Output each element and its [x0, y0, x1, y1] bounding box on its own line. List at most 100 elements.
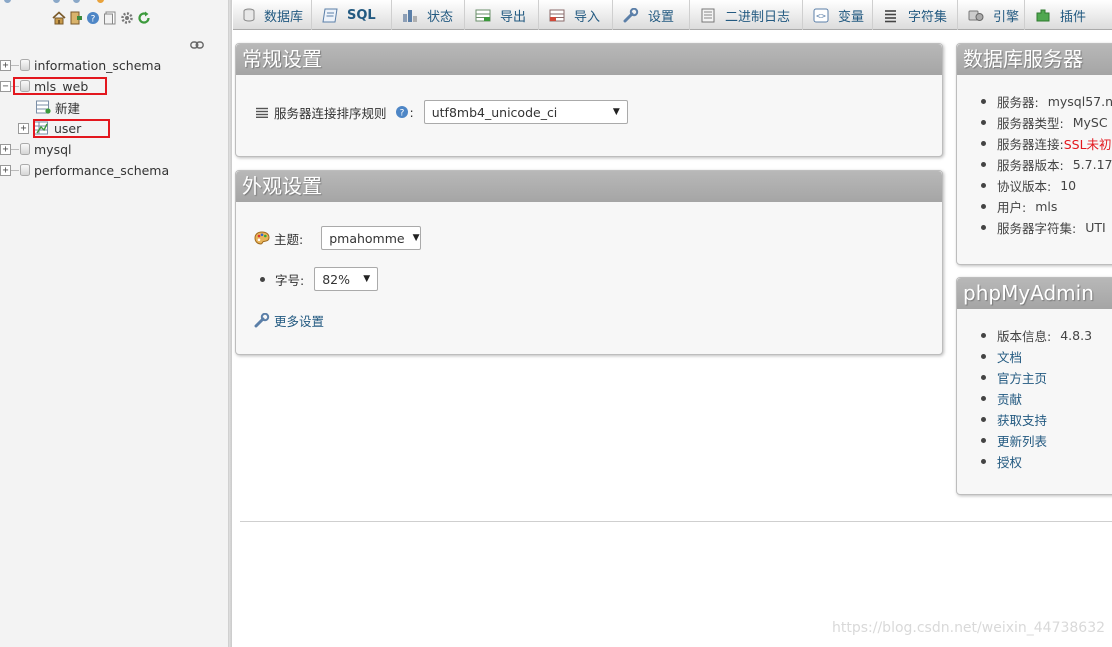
engine-icon	[968, 7, 984, 23]
docs-link[interactable]: 文档	[997, 347, 1022, 366]
db-name[interactable]: performance_schema	[34, 163, 169, 178]
chevron-down-icon: ▼	[363, 274, 371, 284]
list-item: 授权	[981, 451, 1092, 472]
license-link[interactable]: 授权	[997, 452, 1022, 471]
expand-icon[interactable]: +	[18, 122, 29, 134]
list-item: 服务器字符集: UTI	[981, 217, 1112, 238]
tab-charset[interactable]: 字符集	[873, 0, 958, 30]
tab-engines[interactable]: 引擎	[958, 0, 1025, 30]
tab-plugins[interactable]: 插件	[1025, 0, 1112, 30]
list-item: 获取支持	[981, 409, 1092, 430]
status-icon	[402, 7, 418, 23]
list-item: 服务器: mysql57.n	[981, 91, 1112, 112]
tab-label: SQL	[347, 7, 376, 23]
tab-label: 引擎	[993, 9, 1020, 25]
new-table-icon	[36, 100, 51, 114]
tab-status[interactable]: 状态	[392, 0, 465, 30]
database-icon	[243, 7, 255, 23]
db-server-panel: 数据库服务器 服务器: mysql57.n 服务器类型: MySC 服务器连接: SS…	[956, 43, 1112, 265]
list-item: 更新列表	[981, 430, 1092, 451]
tree-item-new-table[interactable]: 新建	[36, 97, 80, 117]
tree-item-mysql[interactable]: + mysql	[0, 139, 72, 159]
charset-icon	[883, 7, 899, 23]
support-link[interactable]: 获取支持	[997, 410, 1047, 429]
settings-wrench-icon	[623, 7, 639, 23]
theme-select[interactable]: pmahomme ▼	[321, 226, 422, 250]
tab-label: 设置	[648, 9, 675, 25]
expand-icon[interactable]: +	[0, 143, 11, 155]
watermark-text: https://blog.csdn.net/weixin_44738632	[832, 620, 1106, 636]
list-item: 服务器版本: 5.7.17	[981, 154, 1112, 175]
export-icon	[475, 7, 491, 23]
phpmyadmin-panel: phpMyAdmin 版本信息: 4.8.3 文档 官方主页 贡献 获取支持 更新…	[956, 277, 1112, 495]
list-item: 协议版本: 10	[981, 175, 1112, 196]
contribute-link[interactable]: 贡献	[997, 389, 1022, 408]
theme-value: pmahomme	[329, 230, 405, 246]
tab-import[interactable]: 导入	[539, 0, 613, 30]
list-item: 文档	[981, 346, 1092, 367]
home-icon[interactable]	[52, 11, 66, 25]
wrench-icon	[254, 313, 270, 328]
more-settings-link[interactable]: 更多设置	[274, 311, 324, 330]
nav-resize-handle[interactable]	[229, 0, 232, 647]
collation-value: utf8mb4_unicode_ci	[431, 104, 558, 120]
logout-icon[interactable]	[69, 11, 83, 25]
database-icon	[20, 143, 30, 155]
db-name[interactable]: information_schema	[34, 58, 161, 73]
top-menu-bar: 数据库 SQL 状态 导出 导入 设置 二进制日志 <> 变量 字符集 引擎 插…	[233, 0, 1112, 30]
panel-title: 常规设置	[236, 44, 942, 75]
font-size-label: 字号:	[275, 272, 305, 288]
list-item: 用户: mls	[981, 196, 1112, 217]
docs-icon[interactable]	[103, 11, 117, 25]
nav-logo-fragment	[0, 0, 229, 8]
expand-icon[interactable]: +	[0, 164, 11, 176]
panel-title: phpMyAdmin	[957, 278, 1112, 309]
sql-icon	[322, 7, 338, 23]
tree-item-label[interactable]: 新建	[55, 98, 80, 117]
divider	[240, 521, 1112, 522]
variables-icon: <>	[813, 7, 829, 23]
collapse-icon[interactable]: −	[0, 80, 11, 92]
changelog-link[interactable]: 更新列表	[997, 431, 1047, 450]
link-icon[interactable]	[190, 39, 204, 52]
database-icon	[20, 164, 30, 176]
pma-info-list: 版本信息: 4.8.3 文档 官方主页 贡献 获取支持 更新列表 授权	[981, 325, 1092, 472]
help-icon[interactable]: ?	[86, 11, 100, 25]
font-size-row: 字号: 82% ▼	[260, 267, 379, 291]
tab-databases[interactable]: 数据库	[233, 0, 312, 30]
tree-item-performance-schema[interactable]: + performance_schema	[0, 160, 169, 180]
collation-select[interactable]: utf8mb4_unicode_ci ▼	[423, 100, 628, 124]
ssl-warning: SSL未初	[1063, 137, 1112, 152]
general-settings-panel: 常规设置 服务器连接排序规则 ? : utf8mb4_unicode_ci ▼	[235, 43, 943, 157]
font-size-select[interactable]: 82% ▼	[314, 267, 379, 291]
tab-settings[interactable]: 设置	[613, 0, 690, 30]
plugin-icon	[1035, 7, 1051, 23]
list-icon	[256, 107, 268, 118]
tab-sql[interactable]: SQL	[312, 0, 392, 30]
expand-icon[interactable]: +	[0, 59, 11, 71]
list-item: 服务器类型: MySC	[981, 112, 1112, 133]
font-size-value: 82%	[322, 271, 351, 287]
import-icon	[549, 7, 565, 23]
appearance-settings-panel: 外观设置 主题: pmahomme ▼ 字号: 82% ▼ 更多设置	[235, 170, 943, 355]
tab-label: 导入	[574, 9, 601, 25]
theme-row: 主题: pmahomme ▼	[254, 226, 422, 250]
settings-icon[interactable]	[120, 11, 134, 25]
database-icon	[20, 59, 30, 71]
tab-variables[interactable]: <> 变量	[803, 0, 873, 30]
more-settings-row: 更多设置	[254, 311, 324, 330]
list-item: 服务器连接: SSL未初	[981, 133, 1112, 154]
binlog-icon	[700, 7, 716, 23]
collation-row: 服务器连接排序规则 ? : utf8mb4_unicode_ci ▼	[256, 100, 628, 124]
tab-binlog[interactable]: 二进制日志	[690, 0, 803, 30]
reload-icon[interactable]	[137, 11, 151, 25]
nav-toolbar: ?	[52, 11, 151, 25]
tab-export[interactable]: 导出	[465, 0, 539, 30]
tree-item-information-schema[interactable]: + information_schema	[0, 55, 161, 75]
db-name[interactable]: mysql	[34, 142, 72, 157]
help-icon[interactable]: ?	[395, 105, 409, 119]
homepage-link[interactable]: 官方主页	[997, 368, 1047, 387]
tab-label: 变量	[838, 9, 865, 25]
palette-icon	[254, 231, 270, 245]
tab-label: 插件	[1060, 9, 1087, 25]
